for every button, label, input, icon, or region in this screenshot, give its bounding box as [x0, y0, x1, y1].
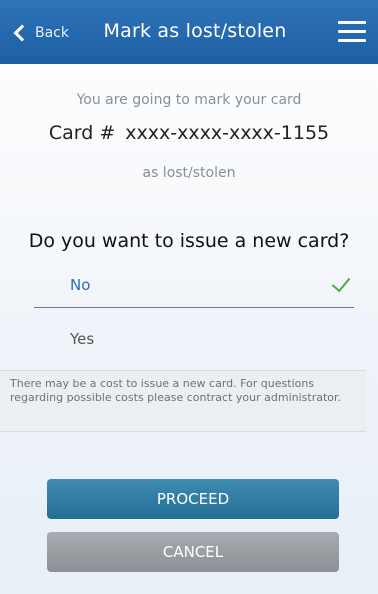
card-number: xxxx-xxxx-xxxx-1155 — [125, 122, 330, 144]
cancel-button[interactable]: CANCEL — [47, 532, 339, 572]
hamburger-menu-icon[interactable] — [338, 21, 366, 43]
option-no[interactable]: No — [34, 266, 354, 306]
screen: Back Mark as lost/stolen You are going t… — [0, 0, 378, 594]
option-no-label: No — [70, 276, 91, 294]
issue-card-question: Do you want to issue a new card? — [28, 230, 350, 252]
lost-stolen-text: as lost/stolen — [142, 165, 236, 181]
header-bar: Back Mark as lost/stolen — [0, 0, 378, 64]
cost-note-text: There may be a cost to issue a new card.… — [10, 377, 342, 404]
checkmark-icon — [331, 272, 351, 293]
card-number-line: Card # xxxx-xxxx-xxxx-1155 — [0, 122, 378, 144]
proceed-button[interactable]: PROCEED — [47, 479, 339, 519]
page-title: Mark as lost/stolen — [103, 20, 287, 42]
option-yes-label: Yes — [70, 330, 95, 348]
option-divider — [34, 307, 354, 308]
card-label: Card # — [48, 122, 116, 144]
cost-note: There may be a cost to issue a new card.… — [0, 370, 366, 432]
intro-text: You are going to mark your card — [76, 92, 302, 108]
option-yes[interactable]: Yes — [34, 320, 354, 360]
